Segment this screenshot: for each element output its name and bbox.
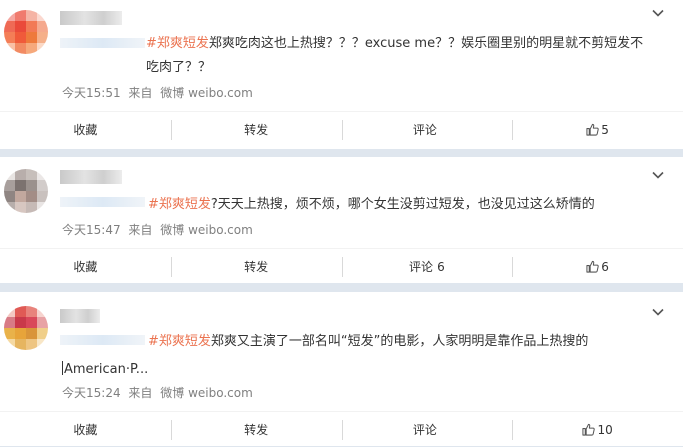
repost-button[interactable]: 转发 (170, 412, 342, 447)
chevron-down-icon[interactable] (651, 304, 665, 318)
post-meta: 今天15:51 来自 微博 weibo.com (62, 84, 257, 101)
action-bar: 收藏 转发 评论 6 6 (0, 248, 683, 284)
repost-button[interactable]: 转发 (170, 249, 342, 284)
post-body: 郑爽吃肉这也上热搜？？？excuse me？？娱乐圈里别的明星就不剪短发不吃肉了… (146, 36, 644, 75)
post-text: #郑爽短发?天天上热搜，烦不烦，哪个女生没剪过短发，也没见过这么矫情的 (148, 193, 655, 217)
post-text: #郑爽短发郑爽吃肉这也上热搜？？？excuse me？？娱乐圈里别的明星就不剪短… (146, 32, 655, 80)
source-prefix: 来自 (128, 386, 153, 400)
comment-button[interactable]: 评论 (341, 112, 513, 147)
hashtag-link[interactable]: #郑爽短发 (148, 334, 211, 349)
avatar[interactable] (4, 169, 48, 213)
weibo-post: #郑爽短发?天天上热搜，烦不烦，哪个女生没剪过短发，也没见过这么矫情的 今天15… (0, 157, 683, 283)
post-body: ?天天上热搜，烦不烦，哪个女生没剪过短发，也没见过这么矫情的 (210, 197, 595, 212)
collect-button[interactable]: 收藏 (0, 249, 171, 284)
collect-button[interactable]: 收藏 (0, 412, 171, 447)
avatar[interactable] (4, 10, 48, 54)
username-blurred-suffix (60, 38, 145, 48)
post-time[interactable]: 今天15:24 (62, 386, 121, 400)
post-body: 郑爽又主演了一部名叫“短发”的电影，人家明明是靠作品上热搜的 (210, 334, 589, 349)
comment-count: 6 (437, 259, 445, 274)
post-text: #郑爽短发郑爽又主演了一部名叫“短发”的电影，人家明明是靠作品上热搜的 (148, 330, 655, 354)
username-blurred[interactable] (60, 170, 122, 184)
source-prefix: 来自 (128, 223, 153, 237)
chevron-down-icon[interactable] (651, 167, 665, 181)
repost-button[interactable]: 转发 (170, 112, 342, 147)
like-button[interactable]: 6 (512, 249, 683, 284)
action-bar: 收藏 转发 评论 10 (0, 411, 683, 447)
comment-button[interactable]: 评论 (341, 412, 513, 447)
avatar[interactable] (4, 306, 48, 350)
text-cursor (62, 361, 63, 375)
thumbs-up-icon (586, 123, 600, 136)
source-prefix: 来自 (128, 86, 153, 100)
post-source[interactable]: 微博 weibo.com (160, 223, 253, 237)
collect-button[interactable]: 收藏 (0, 112, 171, 147)
post-meta: 今天15:47 来自 微博 weibo.com (62, 221, 257, 238)
post-source[interactable]: 微博 weibo.com (160, 386, 253, 400)
like-count: 5 (601, 122, 609, 137)
username-blurred[interactable] (60, 309, 100, 323)
comment-button[interactable]: 评论 6 (341, 249, 513, 284)
username-blurred-suffix (60, 335, 145, 345)
like-button[interactable]: 10 (512, 412, 683, 447)
like-button[interactable]: 5 (512, 112, 683, 147)
hashtag-link[interactable]: #郑爽短发 (148, 197, 211, 212)
like-count: 6 (601, 259, 609, 274)
post-body-truncated[interactable]: American·P... (64, 362, 148, 377)
post-source[interactable]: 微博 weibo.com (160, 86, 253, 100)
thumbs-up-icon (582, 423, 596, 436)
post-meta: 今天15:24 来自 微博 weibo.com (62, 384, 257, 401)
post-time[interactable]: 今天15:51 (62, 86, 121, 100)
hashtag-link[interactable]: #郑爽短发 (146, 36, 209, 51)
thumbs-up-icon (586, 260, 600, 273)
username-blurred-suffix (60, 197, 145, 207)
post-time[interactable]: 今天15:47 (62, 223, 121, 237)
chevron-down-icon[interactable] (651, 5, 665, 19)
like-count: 10 (597, 422, 613, 437)
action-bar: 收藏 转发 评论 5 (0, 111, 683, 147)
username-blurred[interactable] (60, 11, 122, 25)
post-text-continued: American·P... (62, 358, 655, 382)
weibo-post: #郑爽短发郑爽吃肉这也上热搜？？？excuse me？？娱乐圈里别的明星就不剪短… (0, 0, 683, 149)
weibo-post: #郑爽短发郑爽又主演了一部名叫“短发”的电影，人家明明是靠作品上热搜的 Amer… (0, 292, 683, 446)
